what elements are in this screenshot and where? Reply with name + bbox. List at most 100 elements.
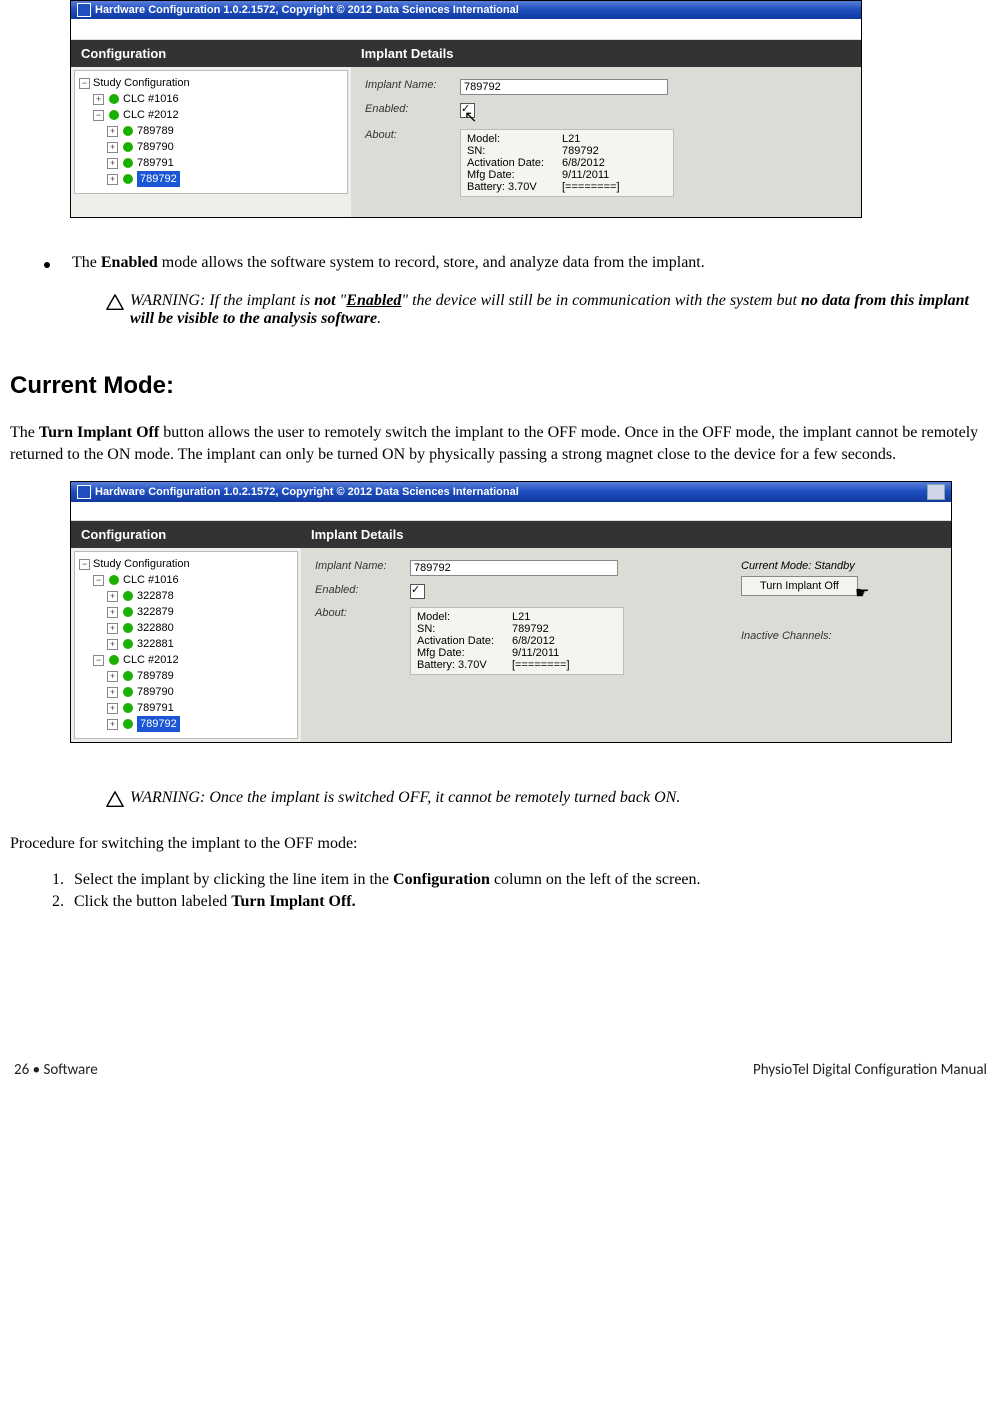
tree-item[interactable]: CLC #1016 [123,91,179,107]
text: WARNING: If the implant is [130,292,314,309]
about-box: Model:L21 SN:789792 Activation Date:6/8/… [460,129,674,197]
status-dot-icon [123,703,133,713]
expand-icon[interactable]: + [107,607,118,618]
app-window-2: Hardware Configuration 1.0.2.1572, Copyr… [70,481,952,743]
tree-item[interactable]: 322880 [137,620,174,636]
footer-right: PhysioTel Digital Configuration Manual [753,1061,987,1079]
details-header: Implant Details [301,521,951,548]
tree-root[interactable]: Study Configuration [93,75,190,91]
expand-icon[interactable]: + [107,719,118,730]
text: not [314,292,335,309]
procedure-intro: Procedure for switching the implant to t… [10,833,991,855]
enabled-checkbox[interactable] [410,584,425,599]
status-dot-icon [123,126,133,136]
tree-item[interactable]: 322878 [137,588,174,604]
config-tree[interactable]: −Study Configuration +CLC #1016 −CLC #20… [74,70,348,194]
toolbar-blank [71,502,951,521]
expand-icon[interactable]: + [107,687,118,698]
status-dot-icon [123,142,133,152]
inactive-channels-label: Inactive Channels: [741,630,941,642]
procedure-step: Select the implant by clicking the line … [68,871,991,889]
expand-icon[interactable]: + [107,623,118,634]
text: Turn Implant Off. [231,893,355,910]
text: WARNING: Once the implant is switched OF… [130,789,680,806]
tree-item[interactable]: 789790 [137,684,174,700]
about-value: 789792 [562,145,599,157]
status-dot-icon [123,158,133,168]
about-value: [========] [512,659,570,671]
text: column on the left of the screen. [490,871,701,888]
tree-item[interactable]: 322881 [137,636,174,652]
about-value: L21 [512,611,530,623]
expand-icon[interactable]: − [93,655,104,666]
current-mode-paragraph: The Turn Implant Off button allows the u… [10,422,991,465]
hand-cursor-icon: ☚ [855,583,869,603]
expand-icon[interactable]: − [79,559,90,570]
tree-item[interactable]: 322879 [137,604,174,620]
expand-icon[interactable]: + [93,94,104,105]
expand-icon[interactable]: − [93,575,104,586]
status-dot-icon [123,719,133,729]
about-key: Model: [467,133,562,145]
status-dot-icon [123,174,133,184]
bullet-icon [44,262,50,268]
expand-icon[interactable]: + [107,142,118,153]
titlebar-text: Hardware Configuration 1.0.2.1572, Copyr… [95,486,923,498]
titlebar-button-icon[interactable] [927,484,945,500]
tree-item[interactable]: 789791 [137,155,174,171]
titlebar-2[interactable]: Hardware Configuration 1.0.2.1572, Copyr… [71,482,951,502]
tree-item[interactable]: CLC #2012 [123,652,179,668]
status-dot-icon [123,591,133,601]
expand-icon[interactable]: + [107,703,118,714]
about-value: L21 [562,133,580,145]
expand-icon[interactable]: − [79,78,90,89]
tree-item-selected[interactable]: 789792 [137,716,180,732]
status-dot-icon [123,639,133,649]
tree-item[interactable]: 789789 [137,668,174,684]
tree-root[interactable]: Study Configuration [93,556,190,572]
enabled-label: Enabled: [315,584,410,596]
implant-name-input[interactable]: 789792 [410,560,618,576]
tree-item-selected[interactable]: 789792 [137,171,180,187]
status-dot-icon [109,575,119,585]
config-tree[interactable]: −Study Configuration −CLC #1016 +322878 … [74,551,298,739]
enabled-checkbox[interactable] [460,103,475,118]
titlebar-1[interactable]: Hardware Configuration 1.0.2.1572, Copyr… [71,1,861,19]
expand-icon[interactable]: − [93,110,104,121]
expand-icon[interactable]: + [107,671,118,682]
tree-item[interactable]: CLC #2012 [123,107,179,123]
warning-2: WARNING: Once the implant is switched OF… [106,789,991,807]
implant-name-label: Implant Name: [365,79,460,91]
app-icon [77,3,91,17]
about-value: [========] [562,181,620,193]
tree-item[interactable]: 789791 [137,700,174,716]
expand-icon[interactable]: + [107,158,118,169]
text: The [72,254,101,271]
about-key: Activation Date: [417,635,512,647]
tree-item[interactable]: 789789 [137,123,174,139]
about-value: 789792 [512,623,549,635]
page-footer: 26 • Software PhysioTel Digital Configur… [10,1061,991,1079]
tree-item[interactable]: 789790 [137,139,174,155]
about-label: About: [315,607,410,619]
about-value: 6/8/2012 [562,157,605,169]
expand-icon[interactable]: + [107,174,118,185]
implant-name-label: Implant Name: [315,560,410,572]
about-key: Activation Date: [467,157,562,169]
tree-item[interactable]: CLC #1016 [123,572,179,588]
about-key: Mfg Date: [417,647,512,659]
status-dot-icon [123,687,133,697]
expand-icon[interactable]: + [107,639,118,650]
text: . [377,310,381,327]
current-mode-label: Current Mode: Standby [741,560,941,572]
expand-icon[interactable]: + [107,126,118,137]
button-label: Turn Implant Off [760,580,839,592]
status-dot-icon [123,671,133,681]
app-icon [77,485,91,499]
status-dot-icon [123,623,133,633]
turn-implant-off-button[interactable]: Turn Implant Off ☚ [741,576,858,596]
implant-name-input[interactable]: 789792 [460,79,668,95]
expand-icon[interactable]: + [107,591,118,602]
bullet-enabled: The Enabled mode allows the software sys… [44,254,991,272]
about-key: Battery: 3.70V [417,659,512,671]
